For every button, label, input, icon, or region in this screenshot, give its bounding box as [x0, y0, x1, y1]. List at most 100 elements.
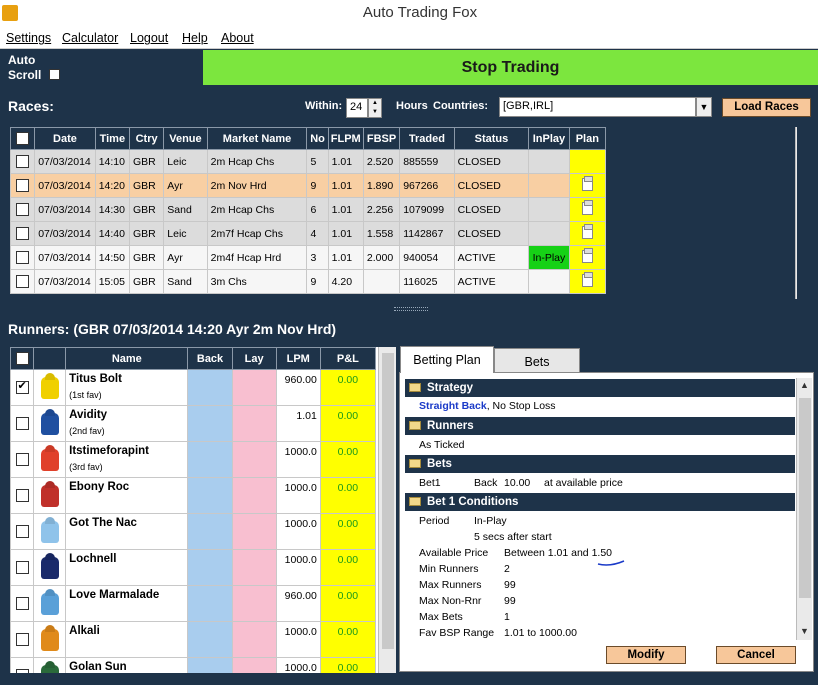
runner-back-cell[interactable]: [187, 477, 233, 514]
col-market-name[interactable]: Market Name: [206, 127, 308, 150]
race-row[interactable]: 07/03/2014 15:05 GBR Sand 3m Chs 9 4.20 116025 A…: [10, 269, 607, 294]
runner-row[interactable]: Lochnell 1000.0 0.00: [10, 549, 377, 586]
runner-lay-cell[interactable]: [231, 513, 277, 550]
runner-back-cell[interactable]: [187, 657, 233, 673]
runners-select-all-checkbox[interactable]: [10, 347, 35, 370]
race-cell-plan[interactable]: [568, 221, 607, 246]
col-back[interactable]: Back: [187, 347, 233, 370]
race-row-checkbox[interactable]: [10, 197, 36, 222]
race-cell-plan[interactable]: [568, 149, 607, 174]
race-row-checkbox[interactable]: [10, 221, 36, 246]
col-status[interactable]: Status: [453, 127, 530, 150]
col-inplay[interactable]: InPlay: [528, 127, 570, 150]
splitter-grip[interactable]: [394, 307, 428, 311]
col-no[interactable]: No: [306, 127, 329, 150]
runner-lay-cell[interactable]: [231, 477, 277, 514]
runners-section-header[interactable]: Runners: [405, 417, 795, 435]
bets-section-header[interactable]: Bets: [405, 455, 795, 473]
races-scrollbar[interactable]: ▲ ▼: [795, 127, 797, 299]
tab-bets[interactable]: Bets: [494, 348, 580, 373]
col-lay[interactable]: Lay: [231, 347, 277, 370]
race-cell-plan[interactable]: [568, 173, 607, 198]
countries-select[interactable]: [GBR,IRL]: [499, 97, 696, 117]
strategy-section-header[interactable]: Strategy: [405, 379, 795, 397]
modify-button[interactable]: Modify: [606, 646, 686, 664]
plan-scroll-thumb[interactable]: [799, 398, 811, 598]
col-time[interactable]: Time: [94, 127, 130, 150]
col-name[interactable]: Name: [65, 347, 189, 370]
menu-settings[interactable]: Settings: [6, 31, 51, 45]
plan-document-icon[interactable]: [581, 271, 593, 287]
col-fbsp[interactable]: FBSP: [362, 127, 401, 150]
runner-lay-cell[interactable]: [231, 405, 277, 442]
chevron-down-icon[interactable]: ▼: [696, 97, 712, 117]
col-plan[interactable]: Plan: [568, 127, 607, 150]
runner-back-cell[interactable]: [187, 621, 233, 658]
runner-lay-cell[interactable]: [231, 441, 277, 478]
menu-about[interactable]: About: [221, 31, 254, 45]
runners-scroll-thumb[interactable]: [382, 353, 394, 649]
menu-calculator[interactable]: Calculator: [62, 31, 118, 45]
runner-lay-cell[interactable]: [231, 549, 277, 586]
runner-checkbox[interactable]: [10, 513, 35, 550]
runner-checkbox[interactable]: [10, 441, 35, 478]
plan-document-icon[interactable]: [581, 223, 593, 239]
runner-checkbox[interactable]: [10, 549, 35, 586]
race-row[interactable]: 07/03/2014 14:10 GBR Leic 2m Hcap Chs 5 1.01 2.…: [10, 149, 607, 174]
runner-back-cell[interactable]: [187, 405, 233, 442]
plan-scrollbar[interactable]: ▲ ▼: [796, 378, 812, 640]
col-date[interactable]: Date: [34, 127, 96, 150]
runner-checkbox[interactable]: [10, 369, 35, 406]
race-row[interactable]: 07/03/2014 14:50 GBR Ayr 2m4f Hcap Hrd 3 1.01 2…: [10, 245, 607, 270]
strategy-link[interactable]: Straight Back: [419, 400, 487, 412]
runner-row[interactable]: Titus Bolt (1st fav) 960.000.00: [10, 369, 377, 406]
runner-back-cell[interactable]: [187, 585, 233, 622]
race-row-checkbox[interactable]: [10, 173, 36, 198]
plan-document-icon[interactable]: [581, 175, 593, 191]
col-traded[interactable]: Traded: [399, 127, 455, 150]
runner-lay-cell[interactable]: [231, 621, 277, 658]
plan-document-icon[interactable]: [581, 199, 593, 215]
race-row-checkbox[interactable]: [10, 245, 36, 270]
runner-lay-cell[interactable]: [231, 657, 277, 673]
runner-lay-cell[interactable]: [231, 585, 277, 622]
race-row-checkbox[interactable]: [10, 269, 36, 294]
within-spinner[interactable]: ▲ ▼: [368, 98, 382, 118]
runner-row[interactable]: Itstimeforapint (3rd fav) 1000.0 0.00: [10, 441, 377, 478]
select-all-checkbox-header[interactable]: [10, 127, 36, 150]
menu-logout[interactable]: Logout: [130, 31, 168, 45]
col-lpm[interactable]: LPM: [275, 347, 321, 370]
within-input[interactable]: 24: [346, 98, 368, 118]
runner-checkbox[interactable]: [10, 477, 35, 514]
runner-lay-cell[interactable]: [231, 369, 277, 406]
race-cell-plan[interactable]: [568, 269, 607, 294]
runner-row[interactable]: Golan Sun 1000.0 0.00: [10, 657, 377, 673]
auto-scroll-checkbox[interactable]: [49, 69, 60, 80]
runner-row[interactable]: Got The Nac 1000.0 0.00: [10, 513, 377, 550]
runner-checkbox[interactable]: [10, 585, 35, 622]
runner-checkbox[interactable]: [10, 657, 35, 673]
race-cell-plan[interactable]: [568, 245, 607, 270]
runner-back-cell[interactable]: [187, 441, 233, 478]
race-row[interactable]: 07/03/2014 14:30 GBR Sand 2m Hcap Chs 6 1.01 2.…: [10, 197, 607, 222]
cancel-button[interactable]: Cancel: [716, 646, 796, 664]
col-venue[interactable]: Venue: [163, 127, 208, 150]
col-ctry[interactable]: Ctry: [128, 127, 165, 150]
race-row[interactable]: 07/03/2014 14:20 GBR Ayr 2m Nov Hrd 9 1.01 1.89…: [10, 173, 607, 198]
race-row[interactable]: 07/03/2014 14:40 GBR Leic 2m7f Hcap Chs 4 1.01…: [10, 221, 607, 246]
race-cell-plan[interactable]: [568, 197, 607, 222]
plan-document-icon[interactable]: [581, 247, 593, 263]
runner-back-cell[interactable]: [187, 549, 233, 586]
runner-checkbox[interactable]: [10, 405, 35, 442]
runner-row[interactable]: Alkali 1000.0 0.00: [10, 621, 377, 658]
menu-help[interactable]: Help: [182, 31, 208, 45]
runner-checkbox[interactable]: [10, 621, 35, 658]
col-pl[interactable]: P&L: [319, 347, 377, 370]
runner-row[interactable]: Love Marmalade 960.00 0.00: [10, 585, 377, 622]
race-row-checkbox[interactable]: [10, 149, 36, 174]
runner-back-cell[interactable]: [187, 369, 233, 406]
bet1-conditions-header[interactable]: Bet 1 Conditions: [405, 493, 795, 511]
col-flpm[interactable]: FLPM: [327, 127, 364, 150]
runner-back-cell[interactable]: [187, 513, 233, 550]
stop-trading-button[interactable]: Stop Trading: [203, 50, 818, 85]
